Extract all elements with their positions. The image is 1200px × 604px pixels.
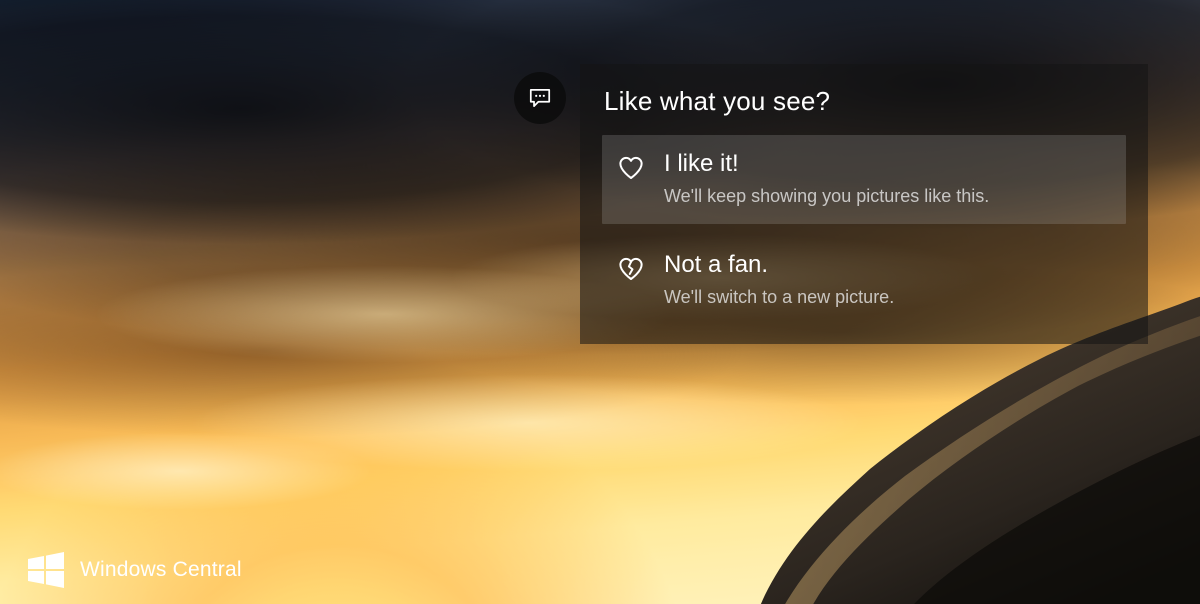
watermark: Windows Central: [26, 550, 242, 590]
broken-heart-icon: [616, 254, 646, 284]
feedback-panel-title: Like what you see?: [604, 86, 1126, 117]
heart-icon: [616, 153, 646, 183]
feedback-panel: Like what you see? I like it! We'll keep…: [580, 64, 1148, 344]
watermark-text: Windows Central: [80, 558, 242, 582]
feedback-option-dislike-title: Not a fan.: [664, 250, 1108, 280]
chat-bubble-icon: [527, 85, 553, 111]
feedback-option-dislike-subtitle: We'll switch to a new picture.: [664, 286, 1108, 309]
feedback-option-dislike[interactable]: Not a fan. We'll switch to a new picture…: [602, 236, 1126, 325]
feedback-option-like-title: I like it!: [664, 149, 1108, 179]
feedback-badge-button[interactable]: [514, 72, 566, 124]
windows-logo-icon: [26, 550, 66, 590]
feedback-option-like-subtitle: We'll keep showing you pictures like thi…: [664, 185, 1108, 208]
feedback-option-like[interactable]: I like it! We'll keep showing you pictur…: [602, 135, 1126, 224]
